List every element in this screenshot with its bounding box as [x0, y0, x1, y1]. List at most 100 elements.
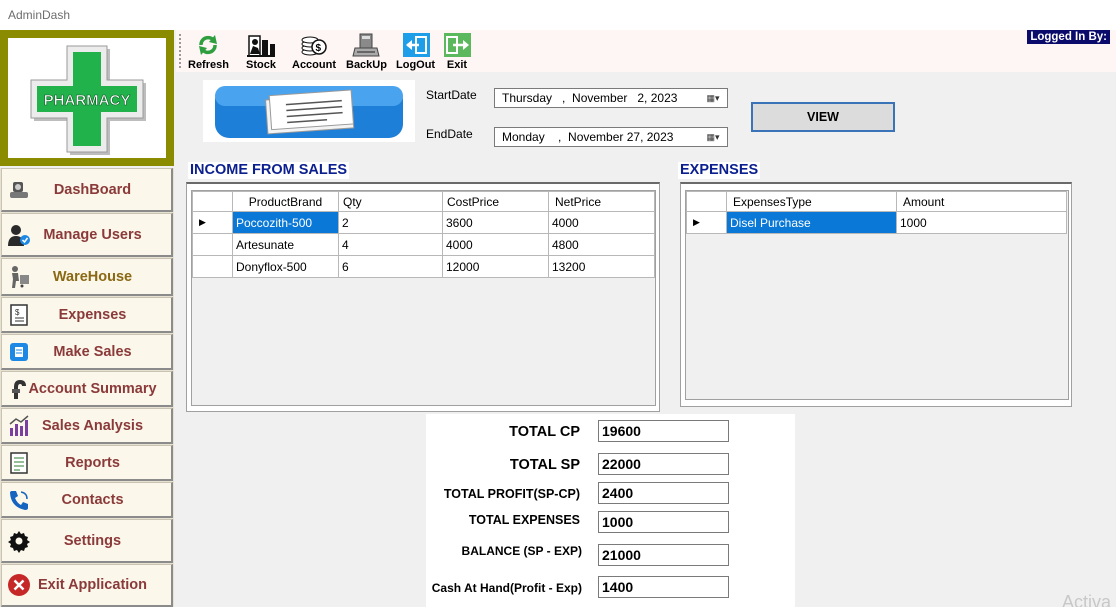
- stock-icon: [246, 32, 275, 58]
- account-summary-icon: [6, 376, 32, 402]
- column-header[interactable]: NetPrice: [548, 191, 655, 212]
- chart-icon: [6, 413, 32, 439]
- end-date-value: Monday , November 27, 2023: [502, 130, 674, 144]
- table-cell[interactable]: 6: [338, 255, 443, 278]
- account-icon: $: [300, 32, 328, 58]
- backup-icon: [352, 32, 381, 58]
- table-cell[interactable]: 4800: [548, 233, 655, 256]
- table-cell[interactable]: 4: [338, 233, 443, 256]
- cash-at-hand-field[interactable]: 1400: [598, 576, 729, 598]
- refresh-button[interactable]: Refresh: [188, 32, 229, 71]
- sidebar-item-exit-application[interactable]: Exit Application: [1, 564, 173, 607]
- balance-label: BALANCE (SP - EXP): [461, 544, 582, 558]
- row-header: [192, 255, 233, 278]
- sidebar-item-make-sales[interactable]: Make Sales: [1, 334, 173, 370]
- warehouse-icon: [6, 264, 32, 290]
- table-cell[interactable]: 13200: [548, 255, 655, 278]
- expenses-section-title: EXPENSES: [678, 162, 761, 179]
- view-button[interactable]: VIEW: [751, 102, 895, 132]
- cash-at-hand-label: Cash At Hand(Profit - Exp): [431, 581, 582, 595]
- sales-icon: [6, 339, 32, 365]
- income-table: ProductBrand Qty CostPrice NetPrice ▶ Po…: [192, 191, 655, 278]
- column-header[interactable]: CostPrice: [442, 191, 549, 212]
- income-grid-frame: ProductBrand Qty CostPrice NetPrice ▶ Po…: [186, 182, 660, 412]
- sidebar-item-reports[interactable]: Reports: [1, 445, 173, 481]
- total-profit-label: TOTAL PROFIT(SP-CP): [443, 487, 580, 501]
- table-row[interactable]: ▶ Poccozith-500 2 3600 4000: [192, 211, 655, 234]
- calendar-dropdown-icon[interactable]: ▦▾: [701, 130, 725, 144]
- svg-text:$: $: [15, 308, 20, 317]
- income-grid[interactable]: ProductBrand Qty CostPrice NetPrice ▶ Po…: [191, 190, 656, 406]
- sidebar-item-warehouse[interactable]: WareHouse: [1, 258, 173, 296]
- calendar-dropdown-icon[interactable]: ▦▾: [701, 91, 725, 105]
- toolbar-grip: [179, 34, 181, 68]
- table-cell[interactable]: 4000: [548, 211, 655, 234]
- total-sp-field[interactable]: 22000: [598, 453, 729, 475]
- backup-button[interactable]: BackUp: [346, 32, 387, 71]
- table-row[interactable]: Donyflox-500 6 12000 13200: [192, 255, 655, 278]
- total-expenses-label: TOTAL EXPENSES: [468, 513, 580, 527]
- table-header-row: ProductBrand Qty CostPrice NetPrice: [192, 191, 655, 212]
- table-cell[interactable]: 1000: [896, 211, 1067, 234]
- start-date-picker[interactable]: Thursday , November 2, 2023 ▦▾: [494, 88, 728, 108]
- current-row-indicator-icon: ▶: [686, 211, 727, 234]
- refresh-icon: [194, 32, 222, 58]
- logout-icon: [402, 32, 430, 58]
- report-banner: [203, 80, 415, 142]
- total-expenses-field[interactable]: 1000: [598, 511, 729, 533]
- expenses-table: ExpensesType Amount ▶ Disel Purchase 100…: [686, 191, 1067, 234]
- users-icon: [6, 222, 32, 248]
- total-profit-field[interactable]: 2400: [598, 482, 729, 504]
- start-date-value: Thursday , November 2, 2023: [502, 91, 678, 105]
- table-cell[interactable]: Donyflox-500: [232, 255, 339, 278]
- table-cell[interactable]: Artesunate: [232, 233, 339, 256]
- pharmacy-logo: PHARMACY: [8, 38, 166, 158]
- table-cell[interactable]: 4000: [442, 233, 549, 256]
- table-cell[interactable]: Disel Purchase: [726, 211, 897, 234]
- sidebar-item-dashboard[interactable]: DashBoard: [1, 168, 173, 212]
- reports-icon: [6, 450, 32, 476]
- sidebar-item-account-summary[interactable]: Account Summary: [1, 371, 173, 407]
- sidebar-item-sales-analysis[interactable]: Sales Analysis: [1, 408, 173, 444]
- balance-field[interactable]: 21000: [598, 544, 729, 566]
- expenses-grid-frame: ExpensesType Amount ▶ Disel Purchase 100…: [680, 182, 1072, 407]
- sidebar-item-expenses[interactable]: $ Expenses: [1, 297, 173, 333]
- table-header-row: ExpensesType Amount: [686, 191, 1067, 212]
- table-row[interactable]: ▶ Disel Purchase 1000: [686, 211, 1067, 234]
- phone-icon: [6, 487, 32, 513]
- logout-button[interactable]: LogOut: [396, 32, 435, 71]
- current-row-indicator-icon: ▶: [192, 211, 233, 234]
- top-toolbar: Refresh Stock $ Account BackUp LogOut Ex…: [176, 30, 1116, 72]
- exit-button[interactable]: Exit: [443, 32, 471, 71]
- total-cp-field[interactable]: 19600: [598, 420, 729, 442]
- sidebar-item-manage-users[interactable]: Manage Users: [1, 213, 173, 257]
- gear-icon: [6, 528, 32, 554]
- table-row[interactable]: Artesunate 4 4000 4800: [192, 233, 655, 256]
- table-cell[interactable]: 2: [338, 211, 443, 234]
- total-cp-label: TOTAL CP: [509, 424, 580, 440]
- table-cell[interactable]: 12000: [442, 255, 549, 278]
- window-title: AdminDash: [8, 8, 71, 22]
- table-cell[interactable]: 3600: [442, 211, 549, 234]
- sidebar-item-settings[interactable]: Settings: [1, 519, 173, 563]
- account-button[interactable]: $ Account: [292, 32, 336, 71]
- column-header[interactable]: Qty: [338, 191, 443, 212]
- table-cell[interactable]: Poccozith-500: [232, 211, 339, 234]
- expenses-grid[interactable]: ExpensesType Amount ▶ Disel Purchase 100…: [685, 190, 1069, 400]
- end-date-picker[interactable]: Monday , November 27, 2023 ▦▾: [494, 127, 728, 147]
- column-header[interactable]: ProductBrand: [232, 191, 339, 212]
- column-header[interactable]: Amount: [896, 191, 1067, 212]
- svg-text:$: $: [316, 43, 322, 54]
- logo-frame: PHARMACY: [0, 30, 174, 166]
- logged-in-label: Logged In By:: [1027, 30, 1110, 44]
- end-date-label: EndDate: [426, 127, 473, 141]
- income-section-title: INCOME FROM SALES: [188, 162, 350, 179]
- total-sp-label: TOTAL SP: [509, 457, 580, 473]
- row-header: [192, 233, 233, 256]
- sidebar-item-contacts[interactable]: Contacts: [1, 482, 173, 518]
- column-header[interactable]: ExpensesType: [726, 191, 897, 212]
- row-header-corner: [686, 191, 727, 212]
- stock-button[interactable]: Stock: [246, 32, 276, 71]
- start-date-label: StartDate: [426, 88, 477, 102]
- exit-icon: [6, 572, 32, 598]
